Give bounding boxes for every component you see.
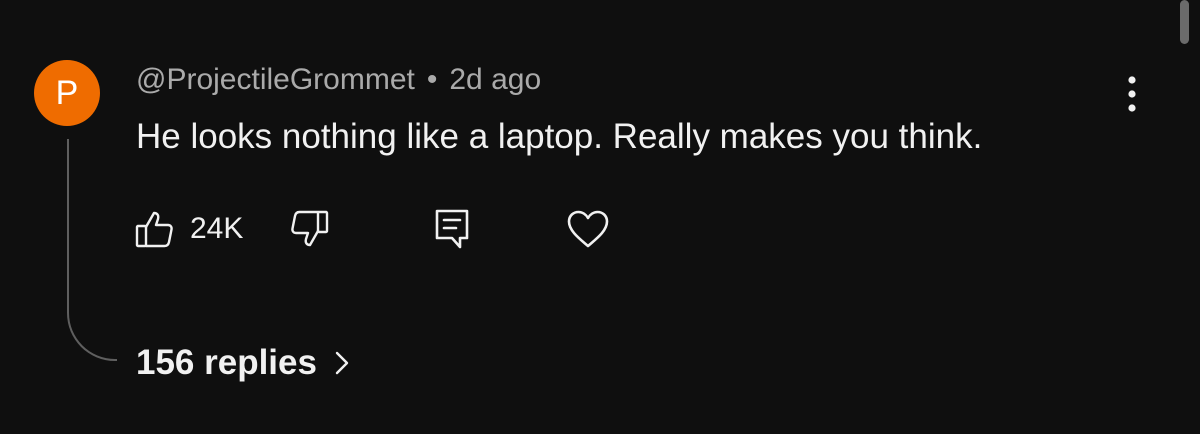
heart-button[interactable] xyxy=(566,204,610,254)
comment-meta: @ProjectileGrommet • 2d ago xyxy=(136,60,541,100)
scrollbar-thumb[interactable] xyxy=(1180,0,1189,44)
comment-icon xyxy=(435,209,469,249)
comment-action-bar: 24K xyxy=(134,204,654,254)
reply-button[interactable] xyxy=(434,204,470,254)
thread-connector-line xyxy=(67,139,117,361)
meta-separator: • xyxy=(426,63,438,96)
avatar-letter: P xyxy=(55,74,79,112)
like-button[interactable]: 24K xyxy=(134,204,243,254)
view-replies-button[interactable]: 156 replies xyxy=(136,340,349,386)
chevron-right-icon xyxy=(335,351,349,375)
heart-icon xyxy=(567,210,609,248)
avatar[interactable]: P xyxy=(34,60,100,126)
comment-text: He looks nothing like a laptop. Really m… xyxy=(136,117,983,156)
more-options-button[interactable] xyxy=(1116,68,1148,120)
thumbs-down-icon xyxy=(291,210,329,247)
like-count: 24K xyxy=(190,212,244,245)
comment-timestamp[interactable]: 2d ago xyxy=(449,63,541,96)
thumbs-up-icon xyxy=(135,211,173,248)
comment-panel: P @ProjectileGrommet • 2d ago He looks not… xyxy=(0,0,1200,434)
more-vert-icon xyxy=(1128,76,1136,112)
author-handle[interactable]: @ProjectileGrommet xyxy=(136,63,415,96)
dislike-button[interactable] xyxy=(290,204,330,254)
replies-count-label: 156 replies xyxy=(136,343,317,382)
